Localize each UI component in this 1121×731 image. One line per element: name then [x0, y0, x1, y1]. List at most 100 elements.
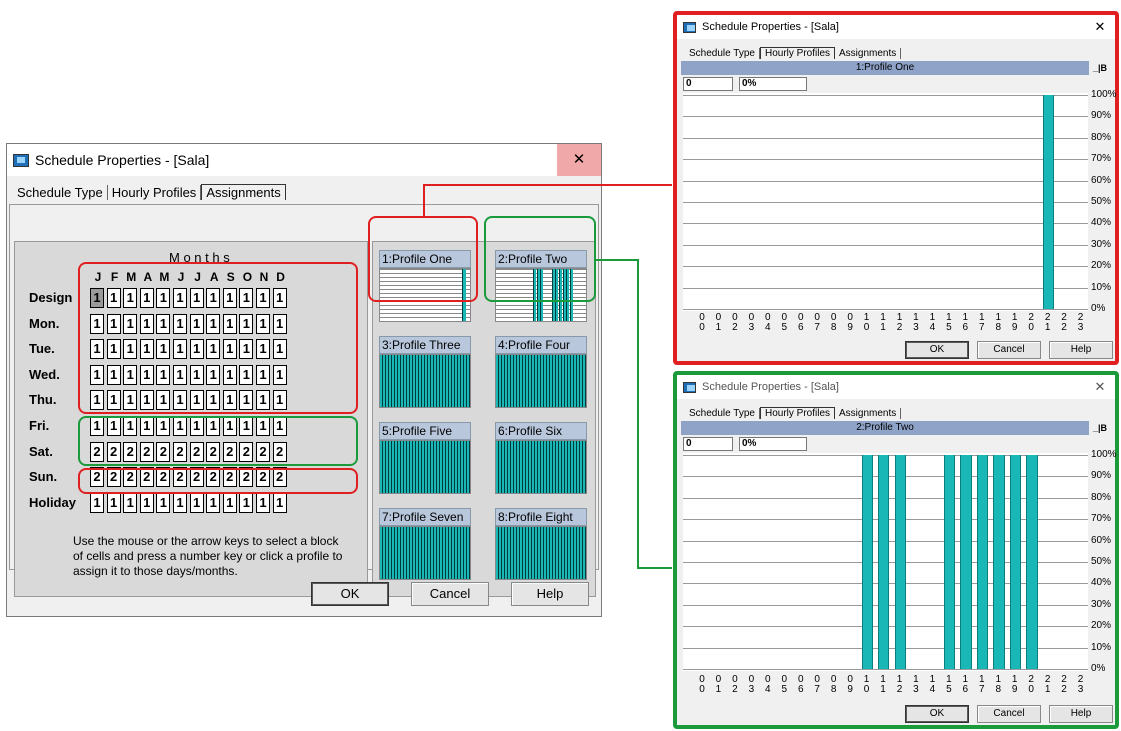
- header-window-buttons[interactable]: _|B: [1089, 421, 1111, 435]
- hourly-bar-chart[interactable]: [683, 453, 1088, 671]
- gridline: [683, 138, 1088, 139]
- profile-header-label: 2:Profile Two: [856, 422, 914, 433]
- y-tick-label: 100%: [1091, 89, 1117, 100]
- ok-button[interactable]: OK: [905, 705, 969, 723]
- gridline: [683, 288, 1088, 289]
- x-tick-label: 19: [1011, 674, 1018, 695]
- percent-value-field[interactable]: 0%: [739, 77, 807, 91]
- app-icon: [683, 381, 696, 393]
- gridline: [683, 159, 1088, 160]
- x-tick-label: 18: [995, 312, 1002, 333]
- y-tick-label: 90%: [1091, 470, 1112, 481]
- x-tick-label: 21: [1044, 312, 1051, 333]
- profile-header-label: 1:Profile One: [855, 62, 915, 73]
- hour-bar[interactable]: [943, 455, 956, 669]
- help-button[interactable]: Help: [1049, 705, 1113, 723]
- title-bar: Schedule Properties - [Sala] ✕: [677, 375, 1115, 399]
- x-tick-label: 00: [699, 312, 705, 333]
- gridline: [683, 181, 1088, 182]
- x-tick-label: 16: [962, 674, 969, 695]
- close-button[interactable]: ✕: [1085, 379, 1115, 395]
- x-tick-label: 04: [765, 312, 771, 333]
- gridline: [683, 116, 1088, 117]
- cancel-button[interactable]: Cancel: [977, 705, 1041, 723]
- cancel-button[interactable]: Cancel: [977, 341, 1041, 359]
- x-tick-label: 17: [979, 312, 985, 333]
- x-tick-label: 09: [847, 312, 853, 333]
- x-tick-label: 02: [732, 312, 738, 333]
- gridline: [683, 669, 1088, 670]
- hourly-bar-chart[interactable]: [683, 93, 1088, 311]
- help-button[interactable]: Help: [1049, 341, 1113, 359]
- gridline: [683, 266, 1088, 267]
- gridline: [683, 245, 1088, 246]
- x-tick-label: 01: [715, 674, 722, 695]
- y-tick-label: 80%: [1091, 132, 1112, 143]
- profile-two-window: Schedule Properties - [Sala] ✕ Schedule …: [673, 371, 1119, 729]
- x-tick-label: 05: [781, 312, 788, 333]
- hour-bar[interactable]: [861, 455, 874, 669]
- x-tick-label: 07: [814, 312, 820, 333]
- x-tick-label: 15: [946, 312, 952, 333]
- y-tick-label: 0%: [1091, 303, 1106, 314]
- x-tick-label: 07: [814, 674, 820, 695]
- y-tick-label: 20%: [1091, 620, 1112, 631]
- x-tick-label: 09: [847, 674, 853, 695]
- hour-value-field[interactable]: 0: [683, 77, 733, 91]
- hour-bar[interactable]: [878, 455, 890, 669]
- y-tick-label: 20%: [1091, 260, 1112, 271]
- x-tick-label: 22: [1061, 674, 1067, 695]
- window-title: Schedule Properties - [Sala]: [702, 381, 839, 393]
- x-tick-label: 19: [1011, 312, 1018, 333]
- tab-hourly-profiles[interactable]: Hourly Profiles: [759, 47, 836, 59]
- x-tick-label: 14: [929, 674, 936, 695]
- x-tick-label: 11: [880, 312, 886, 333]
- percent-axis: 100% 90% 80% 70% 60% 50% 40% 30% 20% 10% 0%: [1089, 449, 1119, 674]
- x-tick-label: 00: [699, 674, 705, 695]
- x-tick-label: 10: [863, 312, 870, 333]
- x-tick-label: 18: [995, 674, 1002, 695]
- x-tick-label: 20: [1028, 674, 1034, 695]
- percent-value-field[interactable]: 0%: [739, 437, 807, 451]
- gridline: [683, 223, 1088, 224]
- x-tick-label: 22: [1061, 312, 1067, 333]
- x-tick-label: 23: [1077, 674, 1084, 695]
- y-tick-label: 60%: [1091, 535, 1112, 546]
- hour-value-field[interactable]: 0: [683, 437, 733, 451]
- hour-axis: 00 01 02 03 04 05 06 07 08 09 10 11 12 13 14 15 16 17 18 19…: [683, 309, 1088, 333]
- y-tick-label: 80%: [1091, 492, 1112, 503]
- tab-schedule-type[interactable]: Schedule Type: [685, 408, 760, 419]
- x-tick-label: 02: [732, 674, 738, 695]
- tab-assignments[interactable]: Assignments: [835, 408, 902, 419]
- tab-schedule-type[interactable]: Schedule Type: [685, 48, 760, 59]
- x-tick-label: 13: [913, 674, 919, 695]
- hour-bar[interactable]: [894, 455, 906, 669]
- ok-button[interactable]: OK: [905, 341, 969, 359]
- tab-assignments[interactable]: Assignments: [835, 48, 902, 59]
- hour-bar[interactable]: [993, 455, 1005, 669]
- hour-bar[interactable]: [1009, 455, 1022, 669]
- hour-bar[interactable]: [960, 455, 972, 669]
- profile-header: 1:Profile One: [681, 61, 1089, 75]
- profile-header: 2:Profile Two: [681, 421, 1089, 435]
- y-tick-label: 70%: [1091, 513, 1112, 524]
- x-tick-label: 08: [830, 312, 837, 333]
- hour-bar[interactable]: [1026, 455, 1038, 669]
- y-tick-label: 50%: [1091, 556, 1112, 567]
- x-tick-label: 04: [765, 674, 771, 695]
- x-tick-label: 03: [748, 674, 755, 695]
- hour-bar[interactable]: [976, 455, 989, 669]
- y-tick-label: 60%: [1091, 175, 1112, 186]
- x-tick-label: 16: [962, 312, 969, 333]
- y-tick-label: 0%: [1091, 663, 1106, 674]
- header-window-buttons[interactable]: _|B: [1089, 61, 1111, 75]
- app-icon: [683, 21, 696, 33]
- x-tick-label: 06: [797, 674, 804, 695]
- tab-hourly-profiles[interactable]: Hourly Profiles: [759, 407, 836, 419]
- gridline: [683, 95, 1088, 96]
- x-tick-label: 05: [781, 674, 788, 695]
- close-button[interactable]: ✕: [1085, 19, 1115, 35]
- x-tick-label: 12: [896, 674, 903, 695]
- hour-bar[interactable]: [1042, 95, 1055, 309]
- x-tick-label: 03: [748, 312, 755, 333]
